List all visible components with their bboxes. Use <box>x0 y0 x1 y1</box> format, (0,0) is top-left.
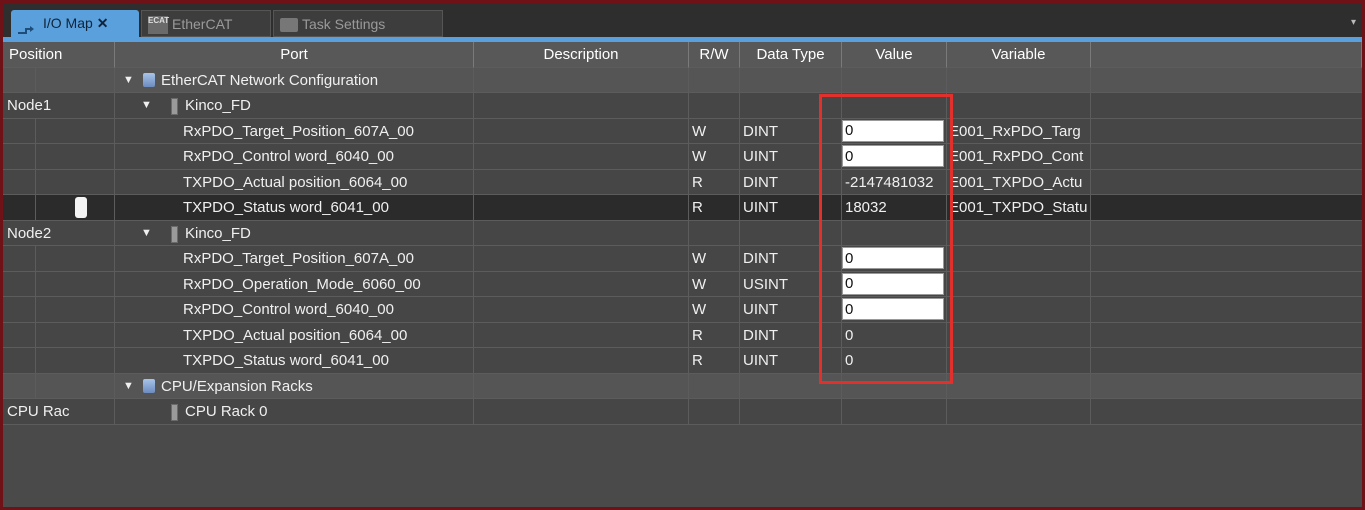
table-row-selected[interactable]: TXPDO_Status word_6041_00 R UINT 18032 E… <box>3 195 1362 221</box>
table-header: Position Port Description R/W Data Type … <box>3 42 1362 68</box>
value-input[interactable] <box>842 145 944 167</box>
close-icon[interactable]: ✕ <box>97 15 109 31</box>
column-header-filler <box>1091 42 1362 68</box>
port-name: RxPDO_Target_Position_607A_00 <box>183 122 414 140</box>
port-name: RxPDO_Target_Position_607A_00 <box>183 250 414 267</box>
data-type-value: DINT <box>743 326 778 344</box>
device-label: Kinco_FD <box>185 97 251 114</box>
tab-io-map[interactable]: I/O Map ✕ <box>11 10 139 37</box>
rw-value: R <box>692 352 703 369</box>
rack-group-icon <box>143 378 155 393</box>
column-header-data-type[interactable]: Data Type <box>740 42 842 68</box>
device-icon <box>171 225 178 243</box>
value-input[interactable] <box>842 247 944 269</box>
rw-value: W <box>692 275 707 293</box>
table-row[interactable]: RxPDO_Control word_6040_00 W UINT E001_R… <box>3 144 1362 170</box>
rack-icon <box>171 404 178 421</box>
rw-value: W <box>692 250 707 267</box>
rw-value: W <box>692 122 707 140</box>
data-type-value: DINT <box>743 122 778 140</box>
port-name: TXPDO_Actual position_6064_00 <box>183 326 408 344</box>
variable-name: E001_TXPDO_Statu <box>949 199 1088 216</box>
expand-triangle-icon[interactable]: ▼ <box>141 93 152 118</box>
table-row-cpu-rack[interactable]: CPU Rac CPU Rack 0 <box>3 399 1362 425</box>
empty-table-area <box>3 450 1362 507</box>
column-header-value[interactable]: Value <box>842 42 947 68</box>
port-name: RxPDO_Control word_6040_00 <box>183 148 394 165</box>
row-drag-handle[interactable] <box>75 197 87 218</box>
column-header-description[interactable]: Description <box>474 42 689 68</box>
column-header-rw[interactable]: R/W <box>689 42 740 68</box>
node-position: Node2 <box>7 224 52 242</box>
data-type-value: UINT <box>743 301 778 318</box>
expand-triangle-icon[interactable]: ▼ <box>123 374 134 399</box>
table-row[interactable]: RxPDO_Operation_Mode_6060_00 W USINT <box>3 271 1362 297</box>
io-map-window: I/O Map ✕ ECAT EtherCAT Task Settings ▾ Po… <box>0 0 1365 510</box>
ethercat-icon: ECAT <box>148 16 169 35</box>
table-row-ethercat-network[interactable]: ▼ EtherCAT Network Configuration <box>3 67 1362 93</box>
port-name: RxPDO_Control word_6040_00 <box>183 301 394 318</box>
data-type-value: UINT <box>743 352 778 369</box>
expand-triangle-icon[interactable]: ▼ <box>123 68 134 93</box>
variable-name: E001_RxPDO_Targ <box>949 122 1081 140</box>
device-label: Kinco_FD <box>185 224 251 242</box>
tab-list-dropdown-icon[interactable]: ▾ <box>1351 17 1356 28</box>
rw-value: R <box>692 326 703 344</box>
rw-value: R <box>692 173 703 191</box>
value-input[interactable] <box>842 119 944 142</box>
tab-ethercat[interactable]: ECAT EtherCAT <box>141 10 271 37</box>
value-input[interactable] <box>842 272 944 295</box>
value-readonly: -2147481032 <box>845 173 934 191</box>
data-type-value: DINT <box>743 250 778 267</box>
table-row-cpu-expansion-racks[interactable]: ▼ CPU/Expansion Racks <box>3 373 1362 399</box>
data-type-value: USINT <box>743 275 788 293</box>
variable-name: E001_RxPDO_Cont <box>949 148 1084 165</box>
data-type-value: UINT <box>743 199 778 216</box>
rack-label: CPU Rack 0 <box>185 403 268 420</box>
data-type-value: DINT <box>743 173 778 191</box>
value-readonly: 0 <box>845 352 854 369</box>
column-header-variable[interactable]: Variable <box>947 42 1091 68</box>
rw-value: W <box>692 148 707 165</box>
tab-strip: I/O Map ✕ ECAT EtherCAT Task Settings ▾ <box>3 3 1362 37</box>
value-input[interactable] <box>842 298 944 320</box>
ethercat-group-label: EtherCAT Network Configuration <box>161 71 379 89</box>
table-row-node2[interactable]: Node2 ▼ Kinco_FD <box>3 220 1362 246</box>
port-name: TXPDO_Status word_6041_00 <box>183 199 389 216</box>
column-header-position[interactable]: Position <box>3 42 115 68</box>
table-row[interactable]: RxPDO_Target_Position_607A_00 W DINT E00… <box>3 118 1362 144</box>
rw-value: R <box>692 199 703 216</box>
table-row[interactable]: TXPDO_Actual position_6064_00 R DINT -21… <box>3 169 1362 195</box>
port-name: TXPDO_Status word_6041_00 <box>183 352 389 369</box>
table-row[interactable]: TXPDO_Actual position_6064_00 R DINT 0 <box>3 322 1362 348</box>
data-type-value: UINT <box>743 148 778 165</box>
cpu-group-label: CPU/Expansion Racks <box>161 377 313 395</box>
network-icon <box>143 72 155 87</box>
io-map-table: Position Port Description R/W Data Type … <box>3 42 1362 425</box>
rw-value: W <box>692 301 707 318</box>
table-row-node1[interactable]: Node1 ▼ Kinco_FD <box>3 93 1362 119</box>
column-header-port[interactable]: Port <box>115 42 474 68</box>
tab-task-settings-label: Task Settings <box>302 16 386 32</box>
task-settings-icon <box>280 18 298 33</box>
tab-io-map-label: I/O Map <box>43 15 93 31</box>
value-readonly: 0 <box>845 326 854 344</box>
tab-task-settings[interactable]: Task Settings <box>273 10 443 37</box>
port-name: RxPDO_Operation_Mode_6060_00 <box>183 275 421 293</box>
rack-position: CPU Rac <box>7 403 70 420</box>
variable-name: E001_TXPDO_Actu <box>949 173 1083 191</box>
node-position: Node1 <box>7 97 52 114</box>
io-map-icon <box>17 18 39 35</box>
tab-ethercat-label: EtherCAT <box>172 16 233 32</box>
value-readonly: 18032 <box>845 199 887 216</box>
device-icon <box>171 98 178 115</box>
port-name: TXPDO_Actual position_6064_00 <box>183 173 408 191</box>
expand-triangle-icon[interactable]: ▼ <box>141 221 152 246</box>
table-row[interactable]: TXPDO_Status word_6041_00 R UINT 0 <box>3 348 1362 374</box>
table-row[interactable]: RxPDO_Target_Position_607A_00 W DINT <box>3 246 1362 272</box>
table-row[interactable]: RxPDO_Control word_6040_00 W UINT <box>3 297 1362 323</box>
